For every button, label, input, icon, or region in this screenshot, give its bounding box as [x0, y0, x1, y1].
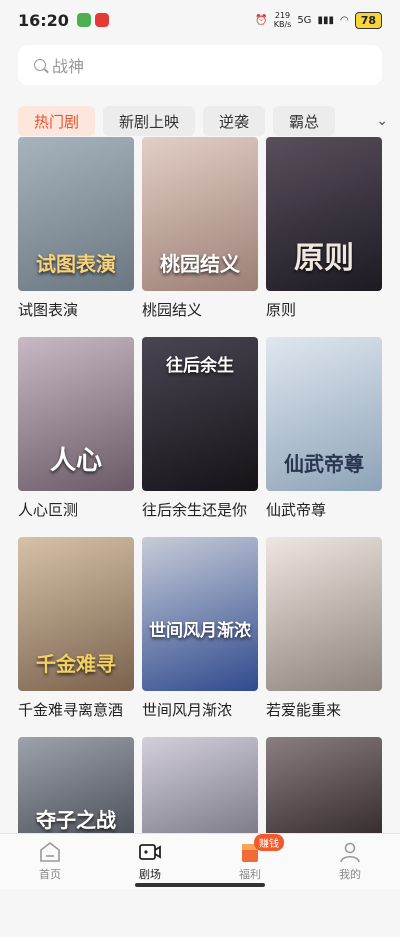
drama-card[interactable]: 往后余生 往后余生还是你 — [142, 337, 258, 537]
drama-title: 千金难寻离意酒 — [18, 701, 124, 719]
bottom-navigation: 首页 剧场 福利 赚钱 我的 — [0, 833, 400, 889]
home-icon — [40, 841, 60, 862]
drama-poster: 世间风月渐浓 — [142, 537, 258, 691]
net-speed: 219 KB/s — [273, 11, 292, 29]
drama-title: 仙武帝尊 — [266, 501, 327, 519]
app-notification-icon — [76, 13, 91, 27]
status-time: 16:20 — [18, 10, 69, 30]
tab-comeback[interactable]: 逆袭 — [203, 106, 266, 136]
signal-icon: ▮▮▮ — [317, 14, 334, 26]
drama-title: 世间风月渐浓 — [142, 701, 233, 719]
status-bar: 16:20 ⏰ 219 KB/s 5G ▮▮▮ ◠ 78 — [0, 0, 400, 40]
home-indicator — [135, 883, 265, 887]
drama-poster: 夺子之战 — [18, 737, 134, 837]
drama-title: 若爱能重来 — [266, 701, 342, 719]
drama-card[interactable]: 若爱能重来 — [266, 537, 382, 737]
category-tabs: 热门剧 新剧上映 逆袭 霸总 ⌄ — [18, 105, 388, 137]
drama-poster: 原则 — [266, 137, 382, 291]
drama-title: 人心叵测 — [18, 501, 79, 519]
alarm-icon: ⏰ — [255, 14, 268, 26]
music-app-icon — [94, 13, 109, 27]
drama-grid: 试图表演 试图表演 桃园结义 桃园结义 原则 原则 人心 人心叵测 往后余生 往… — [18, 137, 382, 937]
search-bar[interactable]: 战神 — [18, 45, 382, 85]
drama-card[interactable]: 桃园结义 桃园结义 — [142, 137, 258, 337]
drama-poster: 仙武帝尊 — [266, 337, 382, 491]
tab-hot[interactable]: 热门剧 — [18, 106, 96, 136]
signal-label: 5G — [297, 14, 312, 26]
drama-title: 桃园结义 — [142, 301, 203, 319]
drama-poster: 人心 — [18, 337, 134, 491]
drama-card[interactable]: 仙武帝尊 仙武帝尊 — [266, 337, 382, 537]
tab-new[interactable]: 新剧上映 — [103, 106, 196, 136]
nav-theater[interactable]: 剧场 — [100, 834, 200, 889]
drama-card[interactable]: 世间风月渐浓 世间风月渐浓 — [142, 537, 258, 737]
drama-title: 试图表演 — [18, 301, 79, 319]
nav-home[interactable]: 首页 — [0, 834, 100, 889]
nav-welfare[interactable]: 福利 赚钱 — [200, 834, 300, 889]
drama-card[interactable]: 人心 人心叵测 — [18, 337, 134, 537]
drama-poster — [266, 537, 382, 691]
drama-card[interactable]: 试图表演 试图表演 — [18, 137, 134, 337]
drama-card[interactable]: 千金难寻 千金难寻离意酒 — [18, 537, 134, 737]
drama-title: 往后余生还是你 — [142, 501, 248, 519]
search-icon — [34, 59, 46, 71]
wifi-icon: ◠ — [339, 14, 349, 26]
drama-poster — [142, 737, 258, 837]
chevron-down-icon[interactable]: ⌄ — [376, 113, 388, 129]
drama-title: 原则 — [266, 301, 297, 319]
drama-poster: 往后余生 — [142, 337, 258, 491]
battery-indicator: 78 — [354, 11, 382, 29]
earn-badge: 赚钱 — [254, 834, 284, 851]
nav-profile[interactable]: 我的 — [300, 834, 400, 889]
drama-poster: 试图表演 — [18, 137, 134, 291]
profile-icon — [340, 842, 360, 863]
drama-poster: 千金难寻 — [18, 537, 134, 691]
theater-icon — [139, 844, 161, 860]
drama-poster: 桃园结义 — [142, 137, 258, 291]
tab-ceo[interactable]: 霸总 — [273, 106, 336, 136]
drama-poster — [266, 737, 382, 837]
drama-card[interactable]: 原则 原则 — [266, 137, 382, 337]
search-placeholder: 战神 — [52, 57, 85, 76]
